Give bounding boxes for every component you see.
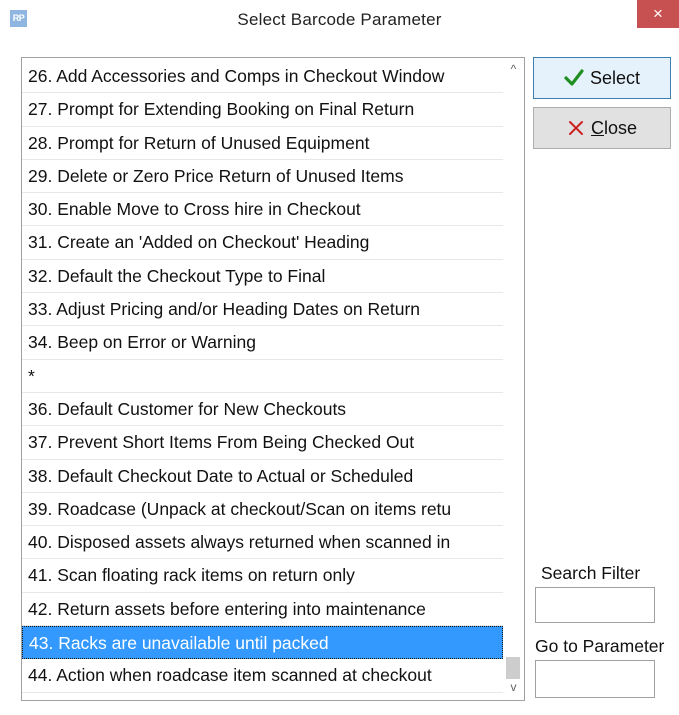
parameter-list-items: 26. Add Accessories and Comps in Checkou… (22, 60, 503, 693)
select-button[interactable]: Select (533, 57, 671, 99)
list-item[interactable]: 26. Add Accessories and Comps in Checkou… (22, 60, 503, 94)
list-item[interactable]: * (22, 360, 503, 393)
list-item-selected[interactable]: 43. Racks are unavailable until packed (22, 626, 503, 660)
search-filter-input[interactable] (535, 587, 655, 623)
list-item[interactable]: 41. Scan floating rack items on return o… (22, 559, 503, 593)
window-title: Select Barcode Parameter (237, 10, 442, 29)
list-item[interactable]: 30. Enable Move to Cross hire in Checkou… (22, 193, 503, 227)
list-item[interactable]: 27. Prompt for Extending Booking on Fina… (22, 93, 503, 127)
scroll-thumb[interactable] (506, 657, 520, 679)
close-button-label: Close (590, 117, 638, 138)
window-close-button[interactable]: × (637, 0, 679, 28)
go-to-parameter-label: Go to Parameter (535, 636, 665, 656)
list-item[interactable]: 44. Action when roadcase item scanned at… (22, 659, 503, 693)
parameter-list[interactable]: 26. Add Accessories and Comps in Checkou… (21, 57, 525, 701)
list-item[interactable]: 31. Create an 'Added on Checkout' Headin… (22, 226, 503, 260)
list-item[interactable]: 36. Default Customer for New Checkouts (22, 393, 503, 427)
scroll-down-arrow-icon[interactable]: v (503, 680, 524, 696)
list-item[interactable]: 29. Delete or Zero Price Return of Unuse… (22, 160, 503, 194)
list-item[interactable]: 40. Disposed assets always returned when… (22, 526, 503, 560)
go-to-parameter-input[interactable] (535, 660, 655, 698)
list-item[interactable]: 28. Prompt for Return of Unused Equipmen… (22, 127, 503, 160)
list-item[interactable]: 33. Adjust Pricing and/or Heading Dates … (22, 293, 503, 327)
close-button[interactable]: Close (533, 107, 671, 149)
list-item[interactable]: 32. Default the Checkout Type to Final (22, 260, 503, 294)
x-icon (568, 121, 583, 135)
scroll-up-arrow-icon[interactable]: ^ (503, 62, 524, 78)
select-button-label: Select (589, 67, 641, 88)
list-item[interactable]: 39. Roadcase (Unpack at checkout/Scan on… (22, 493, 503, 527)
list-item[interactable]: 42. Return assets before entering into m… (22, 593, 503, 627)
title-bar: RP Select Barcode Parameter × (0, 0, 679, 42)
list-item[interactable]: 34. Beep on Error or Warning (22, 326, 503, 360)
list-item[interactable]: 37. Prevent Short Items From Being Check… (22, 426, 503, 460)
checkmark-icon (564, 69, 584, 86)
search-filter-label: Search Filter (541, 563, 641, 583)
list-item[interactable]: 38. Default Checkout Date to Actual or S… (22, 460, 503, 493)
vertical-scrollbar[interactable]: ^ v (503, 58, 524, 700)
